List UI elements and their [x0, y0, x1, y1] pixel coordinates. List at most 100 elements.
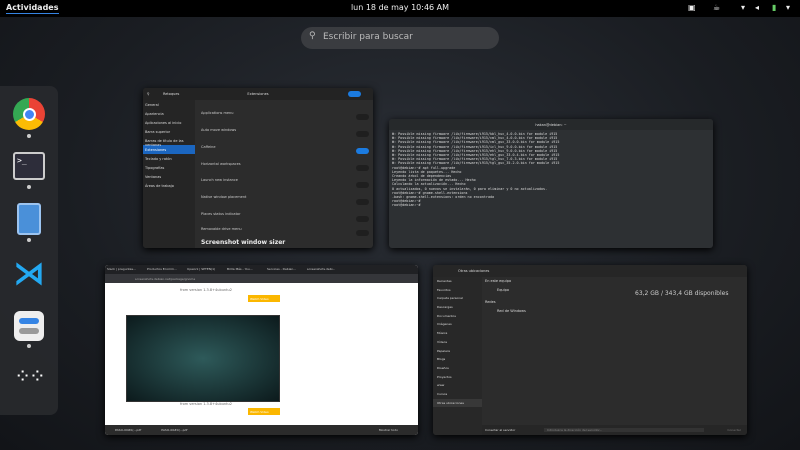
- search-icon[interactable]: ⚲: [147, 92, 150, 96]
- extension-name: Auto move windows: [201, 128, 237, 132]
- coffee-icon[interactable]: ☕: [713, 3, 720, 12]
- vscode-icon[interactable]: ⋊: [11, 254, 47, 292]
- sidebar-item[interactable]: Proyectos: [433, 373, 482, 382]
- search-icon: ⚲: [309, 31, 316, 41]
- extension-name: Native window placement: [201, 195, 247, 199]
- sidebar-item[interactable]: Áreas de trabajo: [143, 181, 195, 190]
- files-sidebar: Recientes Favoritos Carpeta personal Des…: [433, 277, 482, 435]
- version-text: from version 1.3.8+4ubuntu2: [180, 288, 232, 292]
- download-item[interactable]: PASO-00#0(...pdf: [115, 428, 141, 432]
- sidebar-item[interactable]: Cursos: [433, 390, 482, 399]
- extension-name: Launch new instance: [201, 178, 238, 182]
- terminal-output[interactable]: W: Possible missing firmware /lib/firmwa…: [389, 130, 713, 210]
- download-item[interactable]: PASO-00#0(...pdf: [161, 428, 187, 432]
- disk-usage: 63,2 GB / 343,4 GB disponibles: [635, 290, 729, 297]
- sidebar-item[interactable]: Barras de título de las ventanas: [143, 136, 195, 147]
- sidebar-item[interactable]: Imágenes: [433, 320, 482, 329]
- sidebar-item[interactable]: Barra superior: [143, 127, 195, 136]
- extension-toggle[interactable]: [356, 148, 369, 154]
- section-heading: Redes: [485, 300, 496, 304]
- sidebar-item[interactable]: Música: [433, 329, 482, 338]
- terminal-header: hakan@debian: ~: [389, 119, 713, 130]
- extension-name: Applications menu: [201, 111, 234, 115]
- sidebar-item[interactable]: Carpeta personal: [433, 294, 482, 303]
- dash: >_ ⋊ ⁘⁘: [0, 86, 58, 415]
- sidebar-item-selected[interactable]: Otras ubicaciones: [433, 398, 482, 408]
- watch-video-button[interactable]: Watch Video: [248, 295, 280, 302]
- extension-name: Caffeine: [201, 145, 216, 149]
- battery-icon[interactable]: ▮: [772, 3, 776, 12]
- connect-button[interactable]: Conectar: [727, 428, 741, 432]
- sidebar-item[interactable]: Recientes: [433, 277, 482, 286]
- volume-icon[interactable]: ◂: [755, 3, 759, 12]
- sidebar-item[interactable]: Blogs: [433, 355, 482, 364]
- sidebar-item[interactable]: Aplicaciones al inicio: [143, 118, 195, 127]
- location-path[interactable]: Otras ubicaciones: [458, 269, 489, 273]
- windows-network-item[interactable]: Red de Windows: [497, 309, 743, 313]
- section-heading: En este equipo: [485, 279, 512, 283]
- tweaks-icon[interactable]: [11, 308, 47, 344]
- address-bar[interactable]: screenshots.debian.net/package/gnome: [105, 274, 418, 283]
- extension-toggle[interactable]: [356, 114, 369, 120]
- sidebar-item[interactable]: General: [143, 100, 195, 109]
- connect-label: Conectar al servidor: [485, 428, 516, 432]
- extension-toggle[interactable]: [356, 182, 369, 188]
- server-address-input[interactable]: Introduzca la dirección del servidor...: [544, 428, 704, 432]
- text-editor-icon[interactable]: [11, 201, 47, 237]
- tweaks-header: ⚲ Retoques Extensiones: [143, 88, 373, 100]
- header-title: Extensiones: [247, 92, 269, 96]
- sidebar-item[interactable]: www: [433, 381, 482, 390]
- extension-name: Screenshot window sizer: [201, 239, 286, 246]
- browser-tab[interactable]: Brilla Más - You...: [225, 265, 265, 274]
- extension-name: Removable drive menu: [201, 227, 242, 231]
- sidebar-item[interactable]: Tipografías: [143, 163, 195, 172]
- sidebar-item[interactable]: Diseños: [433, 364, 482, 373]
- files-header: Otras ubicaciones: [433, 265, 747, 277]
- sidebar-item[interactable]: Apariencia: [143, 109, 195, 118]
- extension-toggle[interactable]: [356, 199, 369, 205]
- chrome-icon[interactable]: [11, 96, 47, 132]
- top-bar: Actividades lun 18 de may 10:46 AM ▣ ☕ ▾…: [0, 0, 800, 17]
- browser-tab[interactable]: Productos Ecomm...: [145, 265, 185, 274]
- files-window[interactable]: Otras ubicaciones Recientes Favoritos Ca…: [433, 265, 747, 435]
- extensions-master-toggle[interactable]: [348, 91, 361, 97]
- clock[interactable]: lun 18 de may 10:46 AM: [0, 3, 800, 12]
- wifi-icon[interactable]: ▾: [741, 3, 745, 12]
- tweaks-window[interactable]: ⚲ Retoques Extensiones General Aparienci…: [143, 88, 373, 248]
- sidebar-item[interactable]: Ventanas: [143, 172, 195, 181]
- running-indicator: [27, 134, 31, 138]
- browser-tab[interactable]: Upwork | SPTEN(1): [185, 265, 225, 274]
- files-content: En este equipo Equipo 63,2 GB / 343,4 GB…: [485, 279, 743, 313]
- terminal-window[interactable]: hakan@debian: ~ W: Possible missing firm…: [389, 119, 713, 248]
- extension-toggle[interactable]: [356, 165, 369, 171]
- sidebar-item[interactable]: Favoritos: [433, 286, 482, 295]
- running-indicator: [27, 185, 31, 189]
- sidebar-item[interactable]: Teclado y ratón: [143, 154, 195, 163]
- connect-bar: Conectar al servidor Introduzca la direc…: [482, 425, 747, 435]
- browser-tab[interactable]: Slack | preguntas...: [105, 265, 145, 274]
- extension-toggle[interactable]: [356, 216, 369, 222]
- chevron-down-icon[interactable]: ▾: [786, 3, 790, 12]
- sidebar-item[interactable]: Documentos: [433, 312, 482, 321]
- browser-window[interactable]: Slack | preguntas... Productos Ecomm... …: [105, 265, 418, 435]
- watch-video-button[interactable]: Watch Video: [248, 408, 280, 415]
- screenshot-image[interactable]: [126, 315, 280, 402]
- show-all-button[interactable]: Mostrar todo: [379, 428, 398, 432]
- extension-name: Places status indicator: [201, 212, 241, 216]
- sidebar-item[interactable]: Vídeos: [433, 338, 482, 347]
- sidebar-item[interactable]: Descargas: [433, 303, 482, 312]
- sidebar-item[interactable]: Papelera: [433, 347, 482, 356]
- browser-tab[interactable]: screenshots.debi...: [305, 265, 345, 274]
- search-input[interactable]: ⚲ Escribir para buscar: [301, 27, 499, 49]
- terminal-icon[interactable]: >_: [11, 148, 47, 184]
- system-monitor-icon[interactable]: ▣: [688, 3, 696, 12]
- search-placeholder: Escribir para buscar: [323, 32, 413, 42]
- tweaks-sidebar: General Apariencia Aplicaciones al inici…: [143, 100, 195, 248]
- show-apps-icon[interactable]: ⁘⁘: [11, 358, 47, 394]
- browser-tabs: Slack | preguntas... Productos Ecomm... …: [105, 265, 418, 274]
- browser-tab[interactable]: Services - Debian...: [265, 265, 305, 274]
- extension-name: Horizontal workspaces: [201, 162, 241, 166]
- extension-toggle[interactable]: [356, 131, 369, 137]
- extension-toggle[interactable]: [356, 230, 369, 236]
- tweaks-title: Retoques: [163, 92, 180, 96]
